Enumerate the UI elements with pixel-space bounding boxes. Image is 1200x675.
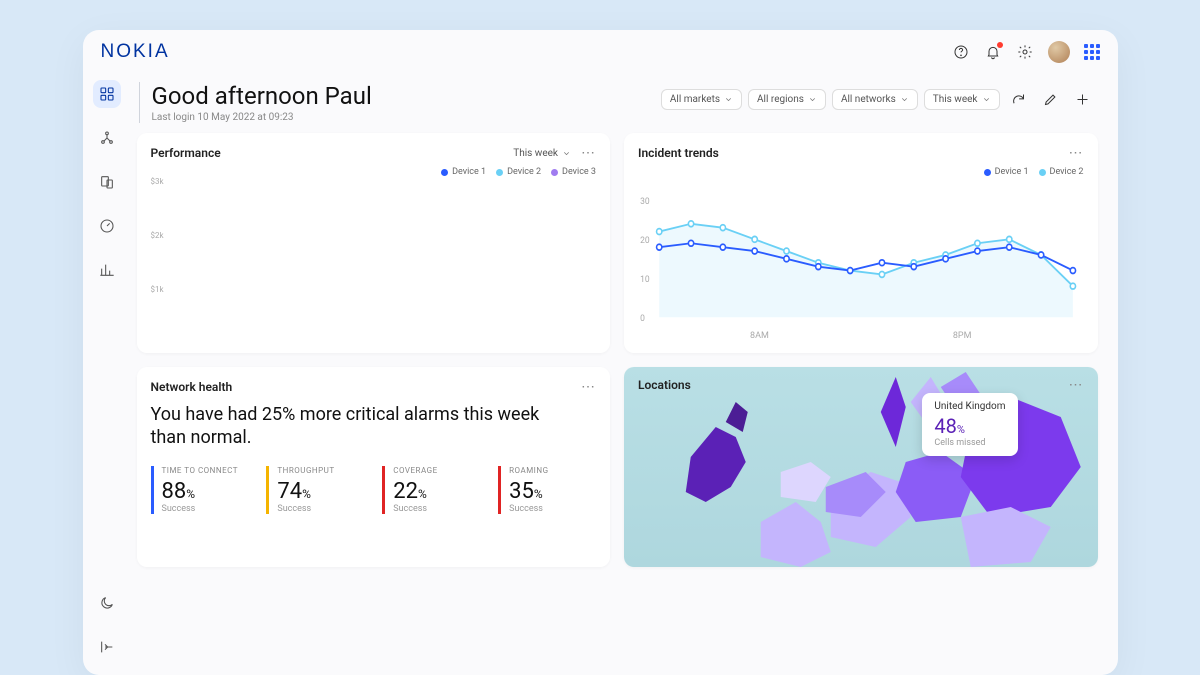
avatar[interactable] (1048, 41, 1070, 63)
svg-text:10: 10 (640, 275, 650, 285)
kpi: THROUGHPUT74%Success (266, 466, 364, 514)
locations-map[interactable] (624, 367, 1098, 567)
card-title: Incident trends (638, 146, 719, 160)
app-window: NOKIA Good afte (83, 30, 1118, 675)
svg-text:30: 30 (640, 197, 650, 207)
filter-markets[interactable]: All markets (661, 89, 742, 110)
filter-regions[interactable]: All regions (748, 89, 826, 110)
card-title: Locations (638, 378, 691, 392)
svg-text:0: 0 (640, 313, 645, 323)
help-icon[interactable] (952, 43, 970, 61)
topbar: NOKIA (83, 30, 1118, 74)
more-icon[interactable]: ⋯ (1069, 145, 1084, 161)
sidebar-network[interactable] (93, 124, 121, 152)
card-grid: Performance This week ⋯ Device 1 Device … (137, 133, 1098, 567)
card-locations: Locations ⋯ (624, 367, 1098, 567)
filter-timeframe[interactable]: This week (924, 89, 1000, 110)
card-performance: Performance This week ⋯ Device 1 Device … (137, 133, 611, 353)
kpi: ROAMING35%Success (498, 466, 596, 514)
sidebar (83, 74, 131, 675)
sidebar-dashboard[interactable] (93, 80, 121, 108)
sidebar-gauge[interactable] (93, 212, 121, 240)
sidebar-dark-mode[interactable] (93, 589, 121, 617)
svg-text:20: 20 (640, 236, 650, 246)
card-network-health: Network health ⋯ You have had 25% more c… (137, 367, 611, 567)
topbar-actions (952, 41, 1100, 63)
header-controls: All markets All regions All networks Thi… (661, 86, 1096, 112)
page-header: Good afternoon Paul Last login 10 May 20… (137, 80, 1098, 133)
map-tooltip: United Kingdom 48% Cells missed (922, 393, 1017, 456)
edit-icon[interactable] (1038, 86, 1064, 112)
kpi-row: TIME TO CONNECT88%Success THROUGHPUT74%Su… (151, 466, 597, 514)
gear-icon[interactable] (1016, 43, 1034, 61)
card-title: Performance (151, 146, 221, 160)
more-icon[interactable]: ⋯ (581, 379, 596, 395)
main: Good afternoon Paul Last login 10 May 20… (131, 74, 1118, 675)
sidebar-collapse[interactable] (93, 633, 121, 661)
performance-timeframe[interactable]: This week (513, 148, 571, 159)
performance-bar-chart: $3k $2k $1k (151, 177, 597, 341)
bell-icon[interactable] (984, 43, 1002, 61)
network-health-headline: You have had 25% more critical alarms th… (151, 403, 552, 450)
brand-logo: NOKIA (101, 41, 170, 63)
last-login: Last login 10 May 2022 at 09:23 (152, 112, 372, 123)
add-icon[interactable] (1070, 86, 1096, 112)
sidebar-devices[interactable] (93, 168, 121, 196)
kpi: COVERAGE22%Success (382, 466, 480, 514)
sidebar-analytics[interactable] (93, 256, 121, 284)
refresh-icon[interactable] (1006, 86, 1032, 112)
body: Good afternoon Paul Last login 10 May 20… (83, 74, 1118, 675)
card-incidents: Incident trends ⋯ Device 1 Device 2 30 20… (624, 133, 1098, 353)
filter-networks[interactable]: All networks (832, 89, 918, 110)
page-title: Good afternoon Paul (152, 82, 372, 110)
more-icon[interactable]: ⋯ (1069, 377, 1084, 393)
performance-legend: Device 1 Device 2 Device 3 (151, 167, 597, 177)
apps-grid-icon[interactable] (1084, 44, 1100, 60)
more-icon[interactable]: ⋯ (581, 145, 596, 161)
incidents-legend: Device 1 Device 2 (638, 167, 1084, 177)
kpi: TIME TO CONNECT88%Success (151, 466, 249, 514)
incidents-line-chart: 30 20 10 0 (638, 177, 1084, 329)
card-title: Network health (151, 380, 233, 394)
